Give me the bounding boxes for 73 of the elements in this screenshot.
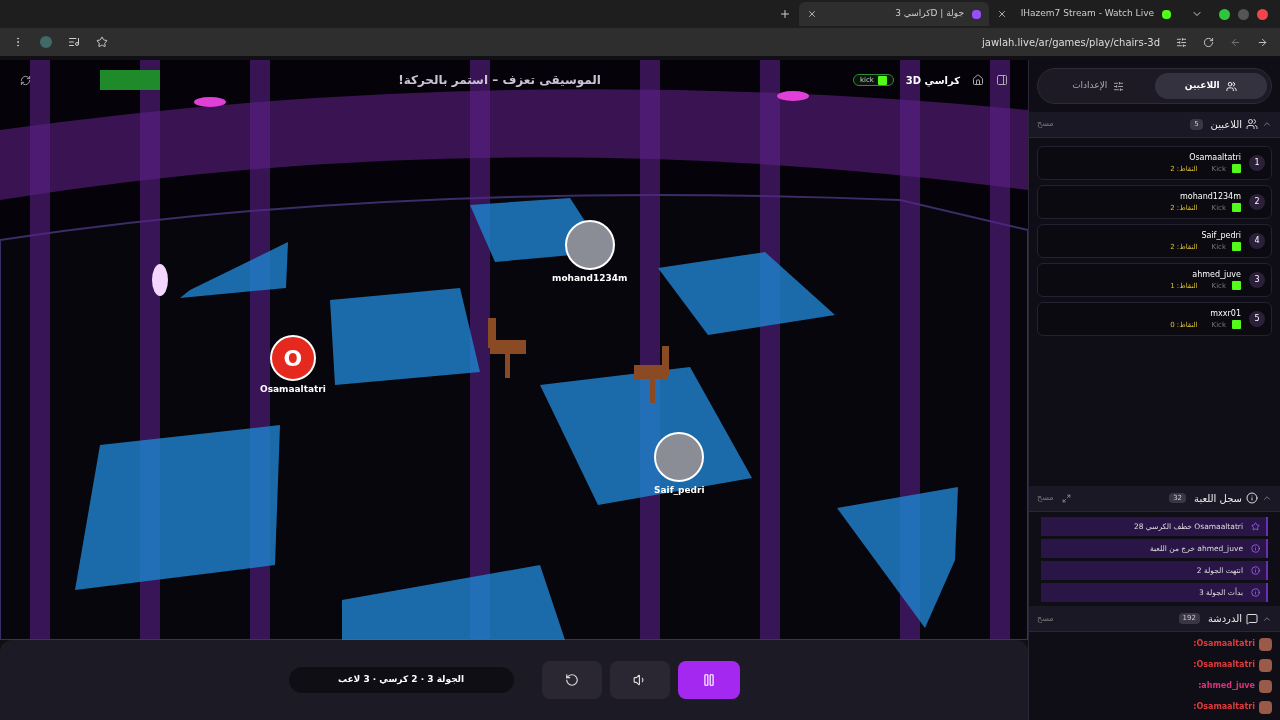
address-field[interactable]: jawlah.live/ar/games/play/chairs-3d — [982, 34, 1160, 50]
kick-logo-icon — [1232, 320, 1241, 330]
browser-tab[interactable]: كراسي 3D | جولة — [799, 2, 989, 26]
tab-title: كراسي 3D | جولة — [894, 7, 964, 21]
chat-username: Osamaaltatri: — [1193, 659, 1255, 672]
sliders-icon — [1113, 80, 1125, 92]
bookmark-icon[interactable] — [96, 36, 108, 48]
kick-logo-icon — [877, 75, 887, 85]
clear-button[interactable]: مسح — [1037, 118, 1054, 131]
player-name: Osamaaltatri — [1189, 151, 1241, 164]
home-icon[interactable] — [972, 74, 984, 86]
sidebar-tab[interactable]: الإعدادات — [1042, 73, 1155, 99]
player-name: mxxr01 — [1210, 307, 1241, 320]
users-icon — [1225, 80, 1237, 92]
back-icon[interactable] — [1230, 36, 1241, 48]
pause-icon — [701, 673, 716, 687]
rank-badge: 2 — [1249, 193, 1265, 210]
window-maximize-icon[interactable] — [1219, 8, 1230, 20]
player-name: Osamaaltatri — [260, 383, 326, 396]
star-icon — [1251, 522, 1260, 532]
pause-button[interactable] — [677, 661, 740, 699]
rank-badge: 3 — [1249, 271, 1265, 288]
kick-logo-icon — [1232, 242, 1241, 252]
kick-logo-icon — [1232, 203, 1241, 213]
tab-title: IHazem7 Stream - Watch Live — [1019, 7, 1154, 21]
rank-badge: 5 — [1249, 310, 1265, 327]
site-settings-icon[interactable] — [1176, 36, 1187, 48]
rank-badge: 4 — [1249, 232, 1265, 249]
section-icon — [1246, 612, 1258, 625]
player-name: mohand1234m — [552, 272, 628, 285]
user-avatar — [1259, 680, 1272, 693]
restart-button[interactable] — [541, 661, 602, 699]
browser-tab[interactable]: IHazem7 Stream - Watch Live — [989, 2, 1179, 26]
player-name: mohand1234m — [1180, 190, 1241, 203]
game-message: الموسيقى تعزف – استمر بالحركة! — [398, 72, 601, 89]
clear-button[interactable]: مسح — [1037, 612, 1054, 625]
player-name: Saif_pedri — [1201, 229, 1241, 242]
expand-icon[interactable] — [1061, 493, 1071, 503]
tab-favicon-icon — [1162, 9, 1171, 19]
section-title: اللاعبين — [1210, 117, 1242, 132]
player-name: ahmed_juve — [1192, 268, 1241, 281]
user-avatar — [1259, 659, 1272, 672]
section-title: سجل اللعبة — [1194, 491, 1242, 506]
refresh-icon[interactable] — [20, 74, 31, 86]
player-name: Saif_pedri — [654, 484, 705, 497]
chat-username: Osamaaltatri: — [1193, 638, 1255, 651]
section-icon — [1246, 118, 1258, 131]
game-title: كراسي 3D — [905, 73, 960, 88]
sidebar-tab[interactable]: اللاعبين — [1154, 73, 1267, 99]
user-avatar — [1259, 701, 1272, 714]
restart-icon — [564, 673, 579, 687]
user-avatar — [1259, 638, 1272, 651]
info-icon — [1251, 566, 1260, 576]
kick-logo-icon — [1232, 281, 1241, 291]
close-icon[interactable] — [997, 9, 1007, 19]
window-close-icon[interactable] — [1257, 8, 1268, 20]
close-icon[interactable] — [807, 9, 817, 19]
kick-logo-icon — [1232, 164, 1241, 174]
info-icon — [1251, 588, 1260, 598]
chat-username: ahmed_juve: — [1198, 680, 1255, 693]
new-tab-icon[interactable] — [779, 8, 791, 20]
panel-toggle-icon[interactable] — [996, 74, 1008, 86]
section-icon — [1246, 492, 1258, 505]
round-status: الجولة 3 · 2 كرسي · 3 لاعب — [288, 667, 514, 693]
section-title: الدردشة — [1207, 612, 1242, 627]
rank-badge: 1 — [1249, 154, 1265, 171]
reload-icon[interactable] — [1203, 36, 1214, 48]
tab-favicon-icon — [972, 9, 981, 19]
info-icon — [1251, 544, 1260, 554]
forward-icon[interactable] — [1257, 36, 1268, 48]
chat-username: Osamaaltatri: — [1193, 701, 1255, 714]
clear-button[interactable]: مسح — [1037, 492, 1054, 505]
media-icon[interactable] — [68, 36, 80, 48]
